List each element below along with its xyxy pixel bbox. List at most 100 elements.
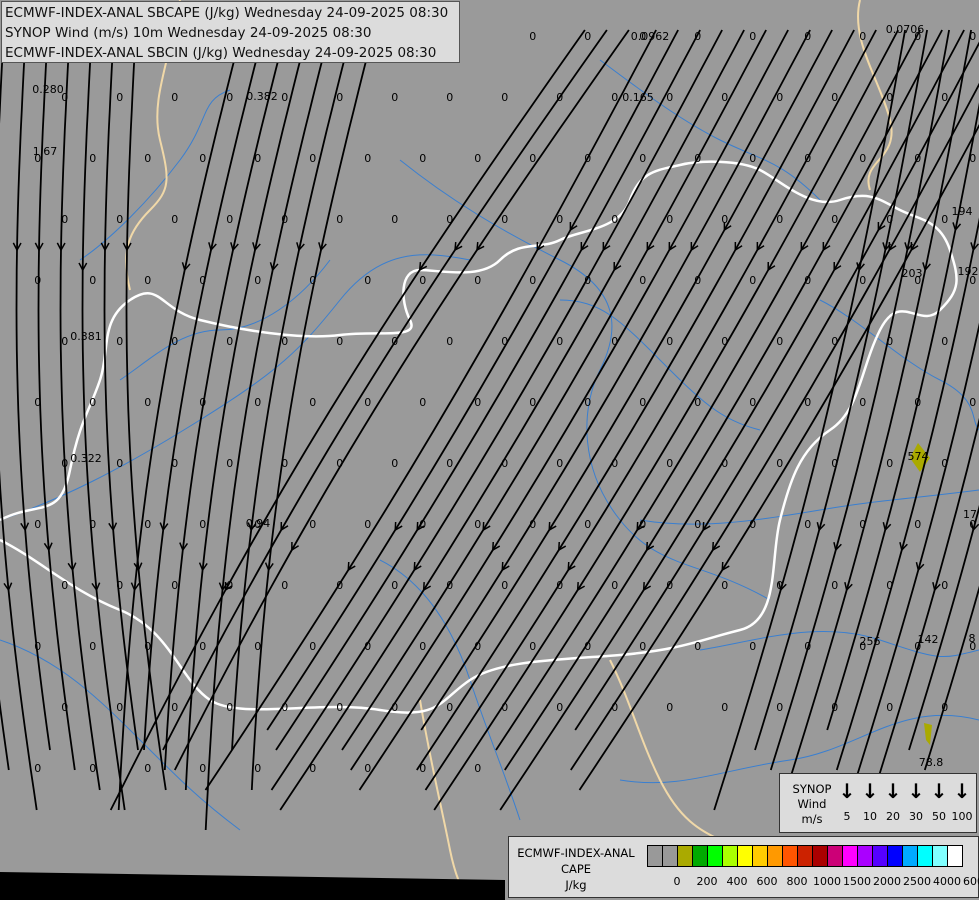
cape-color-swatch [948, 846, 962, 866]
value-label: 0 [171, 91, 178, 104]
map-header: ECMWF-INDEX-ANAL SBCAPE (J/kg) Wednesday… [1, 1, 460, 63]
wind-arrow-icon: ↓ [861, 779, 879, 803]
value-label: 0 [474, 762, 481, 775]
cape-tick-label: 2000 [873, 875, 901, 888]
cape-color-swatch [663, 846, 678, 866]
value-label: 0 [116, 91, 123, 104]
value-label: 0 [859, 518, 866, 531]
wind-arrow-icon: ↓ [838, 779, 856, 803]
value-label: 0 [501, 579, 508, 592]
value-label: 0 [61, 213, 68, 226]
value-label: 0 [34, 274, 41, 287]
value-label: 0 [886, 213, 893, 226]
value-label: 0 [529, 518, 536, 531]
value-label: 0 [199, 152, 206, 165]
value-label: 0 [584, 396, 591, 409]
value-label: 0 [749, 152, 756, 165]
value-label: 0 [116, 701, 123, 714]
region-border [419, 699, 461, 891]
value-label: 0 [721, 457, 728, 470]
value-label: 0 [501, 701, 508, 714]
value-label: 0 [171, 457, 178, 470]
value-label: 0 [749, 518, 756, 531]
value-label: 0 [116, 335, 123, 348]
value-label: 0 [501, 213, 508, 226]
cape-tick-label: 2500 [903, 875, 931, 888]
weather-map[interactable]: 0 0 0 0 0 0 0 0 0 0 0 0 0 0 0 0 0 0 0 0 0 0 0 0 0 0 0 0 0 0 0 0 0 0 0 0 0 0 0 0… [0, 0, 979, 900]
cape-tick-label: 1500 [843, 875, 871, 888]
value-label: 0 [831, 457, 838, 470]
synop-speed-50: ↓ 50 [928, 780, 950, 823]
value-label: 0 [941, 457, 948, 470]
cape-color-swatch [918, 846, 933, 866]
cape-tick-label: 600 [756, 875, 778, 888]
value-label: 0.165 [622, 91, 654, 104]
value-label: 0 [364, 762, 371, 775]
value-label: 0 [611, 579, 618, 592]
river [819, 299, 979, 431]
value-label: 0 [611, 91, 618, 104]
value-label: 0 [721, 335, 728, 348]
cape-color-swatch [873, 846, 888, 866]
value-label: 0 [61, 701, 68, 714]
value-label: 0 [34, 518, 41, 531]
cape-color-swatch [708, 846, 723, 866]
value-label: 0 [776, 335, 783, 348]
value-label: 0 [226, 457, 233, 470]
wind-arrow-icon: ↓ [953, 779, 971, 803]
synop-speed-10: ↓ 10 [859, 780, 881, 823]
wind-arrow-icon: ↓ [930, 779, 948, 803]
value-label: 0 [309, 152, 316, 165]
value-label: 0 [364, 640, 371, 653]
value-label: 0 [446, 579, 453, 592]
header-line-synop-wind: SYNOP Wind (m/s) 10m Wednesday 24-09-202… [5, 25, 372, 41]
value-label: 0 [694, 518, 701, 531]
value-label: 0 [281, 701, 288, 714]
value-label: 0 [419, 274, 426, 287]
value-label: 0 [391, 579, 398, 592]
value-label: 192 [958, 265, 979, 278]
cape-color-swatch [903, 846, 918, 866]
cape-color-swatch [858, 846, 873, 866]
cape-title: CAPE [560, 862, 592, 876]
value-label: 0 [171, 335, 178, 348]
value-label: 0 [391, 91, 398, 104]
value-label: 0.322 [70, 452, 102, 465]
value-label: 78.8 [919, 756, 944, 769]
value-label: 0 [446, 701, 453, 714]
wind-arrow-icon: ↓ [884, 779, 902, 803]
value-label: 0 [61, 579, 68, 592]
cape-source: ECMWF-INDEX-ANAL [517, 846, 635, 860]
value-label: 0 [639, 518, 646, 531]
cape-color-swatch [768, 846, 783, 866]
value-label: 0 [144, 152, 151, 165]
value-label: 0 [144, 640, 151, 653]
cape-color-swatch [933, 846, 948, 866]
header-line-sbcape: ECMWF-INDEX-ANAL SBCAPE (J/kg) Wednesday… [5, 5, 449, 21]
value-label: 256 [860, 635, 881, 648]
value-label: 0 [639, 152, 646, 165]
value-label: 0 [281, 335, 288, 348]
synop-unit: m/s [801, 812, 823, 826]
value-label: 0 [364, 396, 371, 409]
streamline [0, 699, 10, 771]
streamline [37, 29, 76, 771]
cape-color-swatch [798, 846, 813, 866]
value-label: 0 [666, 91, 673, 104]
value-label: 0.382 [246, 90, 278, 103]
value-label: 0 [446, 213, 453, 226]
value-label: 0 [914, 396, 921, 409]
value-label: 0 [254, 762, 261, 775]
value-label: 0 [446, 335, 453, 348]
value-label: 0 [666, 579, 673, 592]
value-label: 0 [364, 518, 371, 531]
cape-color-swatch [828, 846, 843, 866]
value-label: 0 [556, 335, 563, 348]
cape-color-swatch [738, 846, 753, 866]
value-label: 0 [639, 274, 646, 287]
streamline [125, 29, 167, 791]
value-label: 0 [859, 396, 866, 409]
value-label: 0 [941, 701, 948, 714]
value-label: 0 [144, 396, 151, 409]
value-label: 0 [419, 518, 426, 531]
